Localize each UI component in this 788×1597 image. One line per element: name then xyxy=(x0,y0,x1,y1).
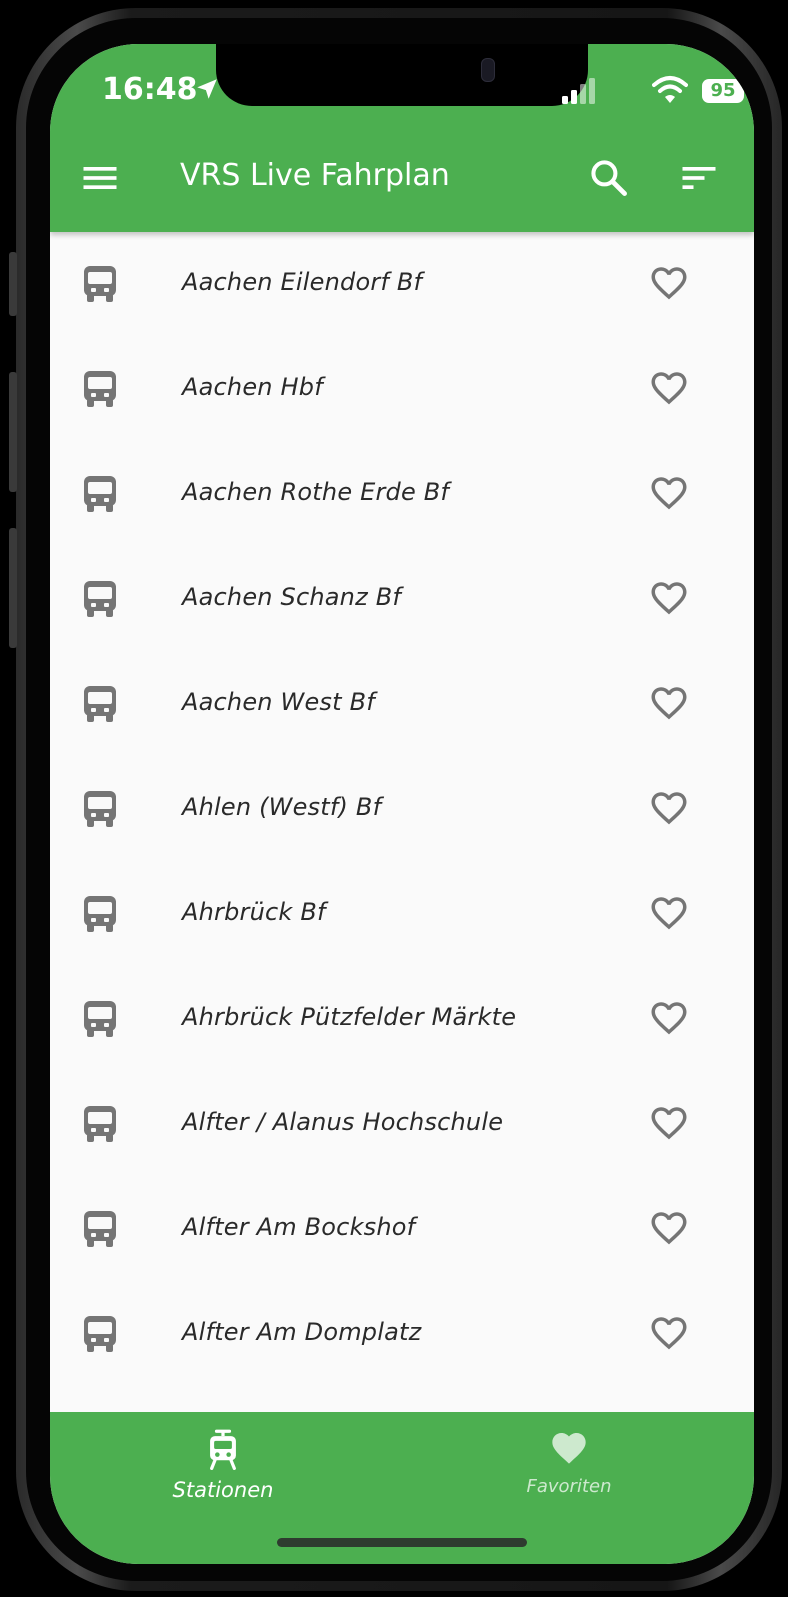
station-list-item[interactable]: Ahrbrück Bf xyxy=(50,862,754,967)
home-indicator[interactable] xyxy=(277,1538,527,1547)
battery-indicator: 95 xyxy=(702,79,744,103)
station-name: Ahrbrück Pützfelder Märkte xyxy=(182,1003,517,1031)
heart-outline-icon[interactable] xyxy=(648,262,690,304)
station-list-item[interactable]: Ahlen (Westf) Bf xyxy=(50,757,754,862)
heart-outline-icon[interactable] xyxy=(648,1207,690,1249)
nav-tab-stationen[interactable]: Stationen xyxy=(123,1428,323,1508)
bus-icon xyxy=(84,1211,116,1247)
station-name: Alfter Am Bockshof xyxy=(182,1213,416,1241)
nav-label-favoriten: Favoriten xyxy=(526,1476,612,1497)
bus-icon xyxy=(84,1316,116,1352)
phone-mute-switch xyxy=(9,252,17,316)
station-list: Aachen Eilendorf Bf Aachen Hbf Aachen Ro xyxy=(50,232,754,1387)
camera-notch xyxy=(216,44,588,106)
bus-icon xyxy=(84,371,116,407)
bus-icon xyxy=(84,686,116,722)
bus-icon xyxy=(84,1001,116,1037)
sort-icon[interactable] xyxy=(677,156,721,200)
bus-icon xyxy=(84,896,116,932)
station-list-item[interactable]: Aachen West Bf xyxy=(50,652,754,757)
heart-outline-icon[interactable] xyxy=(648,577,690,619)
heart-outline-icon[interactable] xyxy=(648,787,690,829)
station-name: Ahlen (Westf) Bf xyxy=(182,793,382,821)
station-list-item[interactable]: Alfter Am Bockshof xyxy=(50,1177,754,1282)
cellular-signal-icon xyxy=(562,78,595,104)
station-list-item[interactable]: Aachen Hbf xyxy=(50,337,754,442)
hamburger-menu-icon[interactable] xyxy=(78,156,122,200)
station-list-item[interactable]: Aachen Eilendorf Bf xyxy=(50,232,754,337)
nav-tab-favoriten[interactable]: Favoriten xyxy=(469,1428,669,1508)
station-list-item[interactable]: Alfter / Alanus Hochschule xyxy=(50,1072,754,1177)
heart-outline-icon[interactable] xyxy=(648,1312,690,1354)
location-arrow-icon xyxy=(197,79,217,99)
station-name: Aachen Eilendorf Bf xyxy=(182,268,423,296)
bus-icon xyxy=(84,581,116,617)
heart-outline-icon[interactable] xyxy=(648,472,690,514)
heart-outline-icon[interactable] xyxy=(648,367,690,409)
search-icon[interactable] xyxy=(587,156,631,200)
station-name: Alfter Am Domplatz xyxy=(182,1318,422,1346)
front-camera xyxy=(481,58,495,82)
app-bar: 16:48 95 VRS Live Fahrplan xyxy=(50,44,754,232)
station-list-item[interactable]: Alfter Am Domplatz xyxy=(50,1282,754,1387)
tram-icon xyxy=(210,1429,236,1470)
station-name: Alfter / Alanus Hochschule xyxy=(182,1108,504,1136)
phone-volume-down-button xyxy=(9,528,17,648)
app-screen: 16:48 95 VRS Live Fahrplan Aachen Eilend… xyxy=(50,44,754,1564)
heart-outline-icon[interactable] xyxy=(648,682,690,724)
bottom-navigation: Stationen Favoriten xyxy=(50,1412,754,1564)
heart-filled-icon xyxy=(552,1433,586,1464)
status-icons: 95 xyxy=(560,74,750,114)
bus-icon xyxy=(84,791,116,827)
station-name: Aachen Rothe Erde Bf xyxy=(182,478,450,506)
heart-outline-icon[interactable] xyxy=(648,1102,690,1144)
page-title: VRS Live Fahrplan xyxy=(180,158,450,193)
bus-icon xyxy=(84,476,116,512)
heart-outline-icon[interactable] xyxy=(648,892,690,934)
station-name: Ahrbrück Bf xyxy=(182,898,326,926)
station-name: Aachen West Bf xyxy=(182,688,375,716)
phone-volume-up-button xyxy=(9,372,17,492)
battery-nub xyxy=(746,87,749,96)
heart-outline-icon[interactable] xyxy=(648,997,690,1039)
station-list-item[interactable]: Ahrbrück Pützfelder Märkte xyxy=(50,967,754,1072)
nav-label-stationen: Stationen xyxy=(172,1478,274,1502)
wifi-icon xyxy=(652,76,688,103)
station-name: Aachen Schanz Bf xyxy=(182,583,402,611)
bus-icon xyxy=(84,1106,116,1142)
station-list-item[interactable]: Aachen Schanz Bf xyxy=(50,547,754,652)
station-name: Aachen Hbf xyxy=(182,373,323,401)
status-time: 16:48 xyxy=(102,72,198,107)
bus-icon xyxy=(84,266,116,302)
station-list-item[interactable]: Aachen Rothe Erde Bf xyxy=(50,442,754,547)
